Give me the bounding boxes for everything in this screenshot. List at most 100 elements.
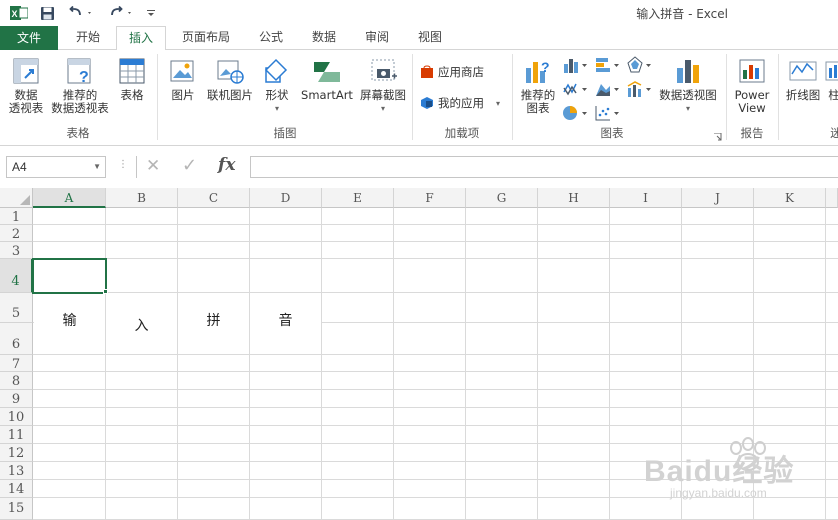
drag-handle-icon[interactable]: ⋮ [118,159,128,170]
online-picture-icon [217,60,244,84]
table-button[interactable]: 表格 [112,56,152,102]
watermark-url: jingyan.baidu.com [670,486,767,500]
row-header-4[interactable]: 4 [0,259,33,293]
row-header-8[interactable]: 8 [0,372,33,390]
screenshot-icon [371,59,397,81]
column-header-c[interactable]: C [178,188,250,208]
pictures-button[interactable]: 图片 [164,56,202,102]
active-cell-a4[interactable] [32,258,107,294]
smartart-icon [314,62,340,82]
pivot-chart-button[interactable]: 数据透视图 ▾ [656,56,720,115]
column-header-j[interactable]: J [682,188,754,208]
store-icon [421,65,433,78]
column-header-k[interactable]: K [754,188,826,208]
tab-review[interactable]: 审阅 [352,26,402,50]
row-header-9[interactable]: 9 [0,390,33,408]
dropdown-arrow-icon: ▾ [380,104,385,113]
column-header-a[interactable]: A [33,188,106,208]
row-header-13[interactable]: 13 [0,462,33,480]
enter-icon[interactable]: ✓ [182,155,197,176]
smartart-button[interactable]: SmartArt [298,56,356,102]
row-header-10[interactable]: 10 [0,408,33,426]
store-button[interactable]: 应用商店 [420,64,484,80]
ribbon-tabs: 文件 开始 插入 页面布局 公式 数据 审阅 视图 [0,26,838,51]
tab-insert[interactable]: 插入 [116,26,166,51]
row-header-7[interactable]: 7 [0,355,33,372]
row-header-15[interactable]: 15 [0,498,33,520]
radar-chart-icon[interactable] [626,56,654,77]
group-label-tables: 表格 [66,126,90,140]
area-chart-icon[interactable] [594,80,622,101]
dialog-launcher-icon[interactable] [714,130,722,144]
my-apps-icon [421,97,433,109]
column-header-i[interactable]: I [610,188,682,208]
screenshot-button[interactable]: 屏幕截图 ▾ [356,56,410,115]
sparkline-column-button[interactable]: 柱 [824,56,838,102]
row-header-1[interactable]: 1 [0,208,33,225]
window-title: 输入拼音 - Excel [636,7,728,21]
cell-a5[interactable]: 输 [34,293,105,354]
dropdown-arrow-icon: ▾ [496,98,501,108]
name-box-dropdown-icon[interactable]: ▼ [93,157,101,177]
row-header-5[interactable]: 5 [0,293,33,323]
scatter-chart-icon[interactable] [594,104,622,125]
title-bar: X 输入拼音 - Excel [0,0,838,26]
recommended-pivot-button[interactable]: ? 推荐的 数据透视表 [48,56,112,115]
ribbon-insert: 数据 透视表 ? 推荐的 数据透视表 表格 表格 图片 联机图片 形状 ▾ Sm… [0,50,838,146]
column-header-b[interactable]: B [106,188,178,208]
line-chart-icon[interactable] [562,80,590,101]
cell-b5[interactable]: 入 [106,293,177,354]
select-all-corner[interactable] [0,188,33,208]
combo-chart-icon[interactable] [626,80,654,101]
cell-d5[interactable]: 音 [250,293,321,354]
tab-home[interactable]: 开始 [60,26,116,50]
tab-page-layout[interactable]: 页面布局 [170,26,242,50]
my-apps-button[interactable]: 我的应用 ▾ [420,95,500,111]
group-label-charts: 图表 [600,126,624,140]
tab-view[interactable]: 视图 [406,26,454,50]
row-header-11[interactable]: 11 [0,426,33,444]
row-header-12[interactable]: 12 [0,444,33,462]
row-header-2[interactable]: 2 [0,225,33,242]
cell-c5[interactable]: 拼 [178,293,249,354]
column-header-l[interactable] [826,188,838,208]
tab-file[interactable]: 文件 [0,26,58,50]
column-header-e[interactable]: E [322,188,394,208]
sparkline-column-icon [825,61,838,81]
column-header-d[interactable]: D [250,188,322,208]
column-header-f[interactable]: F [394,188,466,208]
column-header-h[interactable]: H [538,188,610,208]
name-box[interactable]: A4 ▼ [6,156,106,178]
recommended-charts-button[interactable]: ? 推荐的 图表 [516,56,560,115]
row-header-6[interactable]: 6 [0,323,33,355]
group-separator [512,54,513,140]
cancel-icon[interactable]: ✕ [146,156,160,176]
fill-handle[interactable] [103,289,108,294]
shapes-icon [264,58,288,83]
pivot-table-icon [13,58,39,84]
group-separator [157,54,158,140]
formula-bar: A4 ▼ ⋮ ✕ ✓ fx [0,146,838,188]
pivot-table-button[interactable]: 数据 透视表 [4,56,48,115]
tab-data[interactable]: 数据 [300,26,348,50]
shapes-button[interactable]: 形状 ▾ [258,56,296,115]
bar-chart-icon[interactable] [594,56,622,77]
group-separator [778,54,779,140]
group-label-illustrations: 插图 [273,126,297,140]
recommended-pivot-icon: ? [67,58,91,86]
insert-function-icon[interactable]: fx [218,155,235,175]
baidu-jingyan-watermark: Baidu经验 jingyan.baidu.com [630,432,830,512]
row-header-3[interactable]: 3 [0,242,33,259]
power-view-button[interactable]: Power View [730,56,774,115]
online-pictures-button[interactable]: 联机图片 [202,56,258,102]
pie-chart-icon[interactable] [562,104,590,125]
sparkline-line-button[interactable]: 折线图 [782,56,824,102]
column-chart-icon[interactable] [562,56,590,77]
watermark-text: Baidu经验 [644,455,795,488]
column-header-g[interactable]: G [466,188,538,208]
formula-input[interactable] [250,156,838,178]
row-header-14[interactable]: 14 [0,480,33,498]
table-icon [119,58,145,84]
tab-formulas[interactable]: 公式 [246,26,296,50]
svg-text:?: ? [79,69,89,86]
